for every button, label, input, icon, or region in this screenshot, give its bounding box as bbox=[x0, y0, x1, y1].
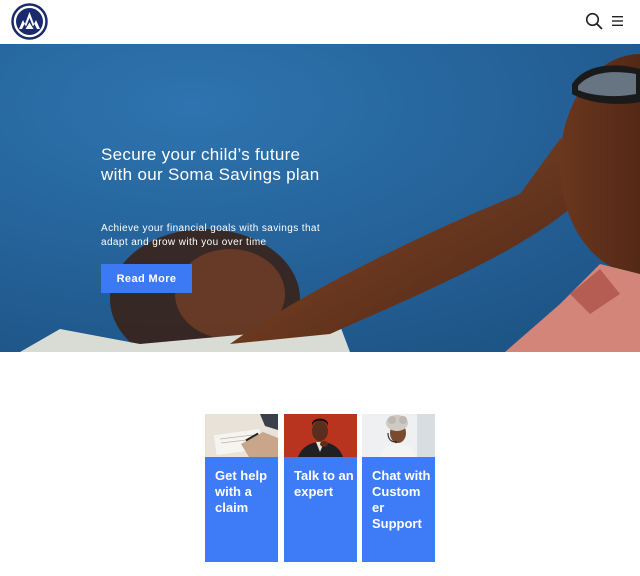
hero-banner: Secure your child’s future with our Soma… bbox=[0, 44, 640, 352]
site-header bbox=[0, 0, 640, 44]
hero-subtitle: Achieve your financial goals with saving… bbox=[101, 223, 321, 248]
read-more-button[interactable]: Read More bbox=[101, 264, 192, 293]
hamburger-menu-icon[interactable] bbox=[612, 14, 624, 28]
card-chat-with-customer-support[interactable]: Chat with Custom er Support bbox=[362, 414, 435, 562]
card-label: Get help with a claim bbox=[215, 468, 268, 515]
hero-photo bbox=[0, 44, 640, 352]
card-photo-support bbox=[362, 414, 435, 457]
brand-logo[interactable] bbox=[11, 3, 48, 40]
hero-title: Secure your child’s future with our Soma… bbox=[101, 145, 320, 184]
card-label: Talk to an expert bbox=[294, 468, 354, 499]
card-get-help-with-claim[interactable]: Get help with a claim bbox=[205, 414, 278, 562]
card-photo-expert bbox=[284, 414, 357, 457]
search-icon[interactable] bbox=[585, 12, 603, 30]
card-talk-to-expert[interactable]: Talk to an expert bbox=[284, 414, 357, 562]
card-photo-claim bbox=[205, 414, 278, 457]
card-label: Chat with Custom er Support bbox=[372, 468, 431, 531]
